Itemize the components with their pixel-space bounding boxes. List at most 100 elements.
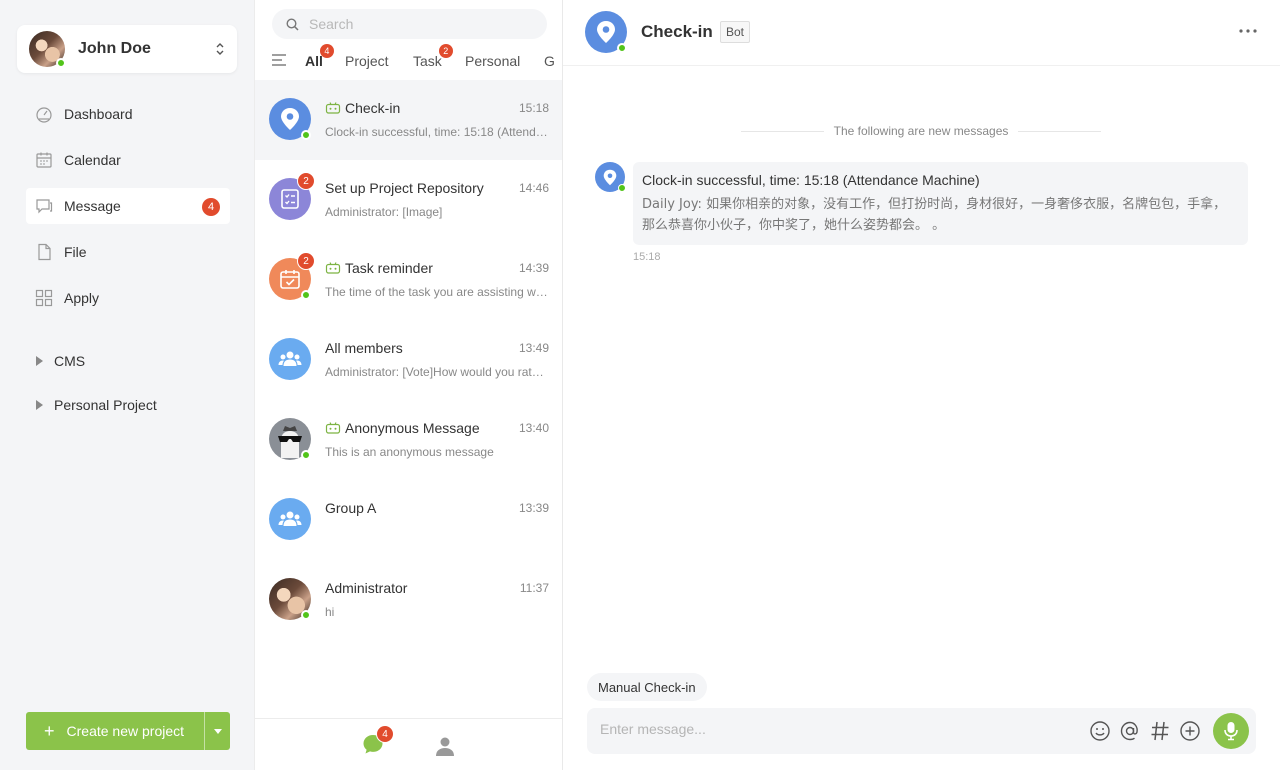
tab-label: G bbox=[544, 53, 555, 69]
divider-rule bbox=[741, 130, 824, 132]
conversation-item[interactable]: Anonymous Message 13:40 This is an anony… bbox=[255, 400, 562, 480]
group-icon bbox=[278, 351, 302, 366]
conversation-item[interactable]: 2 Task reminder 14:39 The time of the ta… bbox=[255, 240, 562, 320]
conversation-list: Check-in 15:18 Clock-in successful, time… bbox=[255, 80, 562, 640]
expand-caret-icon[interactable] bbox=[36, 356, 43, 366]
message-title: Clock-in successful, time: 15:18 (Attend… bbox=[642, 172, 980, 188]
tab-badge: 2 bbox=[438, 44, 453, 58]
sidebar: John Doe Dashboard Calendar Message 4 Fi… bbox=[0, 0, 255, 770]
group-avatar bbox=[269, 498, 311, 540]
nav-label: Calendar bbox=[64, 152, 121, 168]
conversation-tabs: All 4 Project Task 2 Personal G bbox=[255, 44, 562, 78]
message-icon bbox=[36, 199, 53, 214]
tab-label: All bbox=[305, 53, 323, 69]
tab-label: Project bbox=[345, 53, 389, 69]
mention-icon[interactable] bbox=[1119, 720, 1141, 742]
divider-text: The following are new messages bbox=[833, 124, 1009, 138]
tab-badge: 4 bbox=[319, 44, 334, 58]
bot-icon bbox=[325, 422, 341, 434]
message-input[interactable] bbox=[600, 721, 1070, 737]
list-footer-bar: 4 bbox=[255, 718, 562, 770]
calendar-check-icon bbox=[280, 270, 300, 289]
topic-hashtag-icon[interactable] bbox=[1149, 720, 1171, 742]
add-attachment-icon[interactable] bbox=[1179, 720, 1201, 742]
unread-badge: 4 bbox=[376, 725, 394, 743]
filter-menu-icon[interactable] bbox=[272, 54, 286, 66]
nav-item-message[interactable]: Message 4 bbox=[26, 188, 230, 224]
expand-caret-icon[interactable] bbox=[36, 400, 43, 410]
task-avatar: 2 bbox=[269, 252, 315, 300]
nav-item-file[interactable]: File bbox=[26, 234, 230, 270]
conversation-time: 14:39 bbox=[518, 261, 549, 275]
project-group-cms[interactable]: CMS bbox=[36, 349, 236, 373]
apps-icon bbox=[35, 289, 53, 307]
unread-badge: 2 bbox=[297, 172, 315, 190]
message-composer bbox=[587, 708, 1256, 754]
more-options-icon[interactable] bbox=[1238, 27, 1258, 35]
conversation-preview: Administrator: [Vote]How would you rate … bbox=[325, 365, 550, 379]
tab-task[interactable]: Task 2 bbox=[413, 44, 453, 69]
user-switcher[interactable]: John Doe bbox=[17, 25, 237, 73]
location-pin-icon bbox=[597, 21, 615, 43]
conversation-title: Administrator bbox=[325, 580, 408, 596]
message-time: 15:18 bbox=[633, 251, 661, 263]
create-project-dropdown[interactable] bbox=[205, 712, 230, 750]
unread-badge: 4 bbox=[202, 198, 220, 216]
message-sender-avatar[interactable] bbox=[595, 162, 626, 192]
user-name: John Doe bbox=[78, 40, 151, 57]
checklist-icon bbox=[281, 189, 299, 209]
conversation-item[interactable]: Group A 13:39 bbox=[255, 480, 562, 560]
emoji-icon[interactable] bbox=[1089, 720, 1111, 742]
file-icon bbox=[38, 243, 51, 261]
checkin-avatar bbox=[269, 98, 311, 140]
nav-item-apply[interactable]: Apply bbox=[26, 280, 230, 316]
checkin-avatar[interactable] bbox=[585, 11, 627, 53]
create-project-button-group: + Create new project bbox=[26, 712, 230, 750]
anonymous-avatar bbox=[269, 418, 311, 460]
voice-input-button[interactable] bbox=[1213, 713, 1249, 749]
conversation-item[interactable]: All members 13:49 Administrator: [Vote]H… bbox=[255, 320, 562, 400]
bot-icon bbox=[325, 102, 341, 114]
app: John Doe Dashboard Calendar Message 4 Fi… bbox=[0, 0, 1280, 770]
create-project-button[interactable]: + Create new project bbox=[26, 712, 205, 750]
main-nav: Dashboard Calendar Message 4 File Apply bbox=[26, 96, 230, 326]
avatar bbox=[29, 31, 66, 68]
calendar-icon bbox=[36, 152, 52, 168]
nav-item-calendar[interactable]: Calendar bbox=[26, 142, 230, 178]
create-project-label: Create new project bbox=[66, 723, 185, 739]
conversation-title: Group A bbox=[325, 500, 377, 516]
conversation-item[interactable]: Administrator 11:37 hi bbox=[255, 560, 562, 640]
tab-all[interactable]: All 4 bbox=[305, 44, 334, 69]
tab-personal[interactable]: Personal bbox=[465, 53, 520, 69]
nav-label: Message bbox=[64, 198, 121, 214]
conversation-item[interactable]: 2 Set up Project Repository 14:46 Admini… bbox=[255, 160, 562, 240]
message-bubble[interactable]: Clock-in successful, time: 15:18 (Attend… bbox=[633, 162, 1248, 245]
contacts-icon[interactable] bbox=[434, 735, 456, 757]
tab-project[interactable]: Project bbox=[345, 53, 389, 69]
conversation-time: 13:40 bbox=[518, 421, 549, 435]
conversation-title: All members bbox=[325, 340, 403, 356]
online-status-dot bbox=[618, 184, 626, 192]
unread-badge: 2 bbox=[297, 252, 315, 270]
search-input[interactable] bbox=[309, 16, 529, 32]
conversation-preview: This is an anonymous message bbox=[325, 445, 494, 459]
conversation-preview: Clock-in successful, time: 15:18 (Attend… bbox=[325, 125, 550, 139]
conversation-time: 13:39 bbox=[518, 501, 549, 515]
online-status-dot bbox=[301, 450, 311, 460]
conversation-time: 14:46 bbox=[518, 181, 549, 195]
conversation-list-panel: All 4 Project Task 2 Personal G bbox=[255, 0, 563, 770]
conversation-title: Task reminder bbox=[345, 260, 433, 276]
project-avatar: 2 bbox=[269, 172, 315, 220]
switch-account-icon[interactable] bbox=[215, 41, 225, 57]
conversation-item[interactable]: Check-in 15:18 Clock-in successful, time… bbox=[255, 80, 562, 160]
online-status-dot bbox=[301, 290, 311, 300]
project-group-personal[interactable]: Personal Project bbox=[36, 393, 236, 417]
nav-item-dashboard[interactable]: Dashboard bbox=[26, 96, 230, 132]
manual-checkin-button[interactable]: Manual Check-in bbox=[587, 673, 707, 701]
conversation-time: 15:18 bbox=[518, 101, 549, 115]
location-pin-icon bbox=[603, 169, 617, 185]
dashboard-icon bbox=[36, 107, 52, 123]
online-status-dot bbox=[56, 58, 66, 68]
nav-label: Apply bbox=[64, 290, 100, 306]
tab-group[interactable]: G bbox=[544, 53, 555, 69]
